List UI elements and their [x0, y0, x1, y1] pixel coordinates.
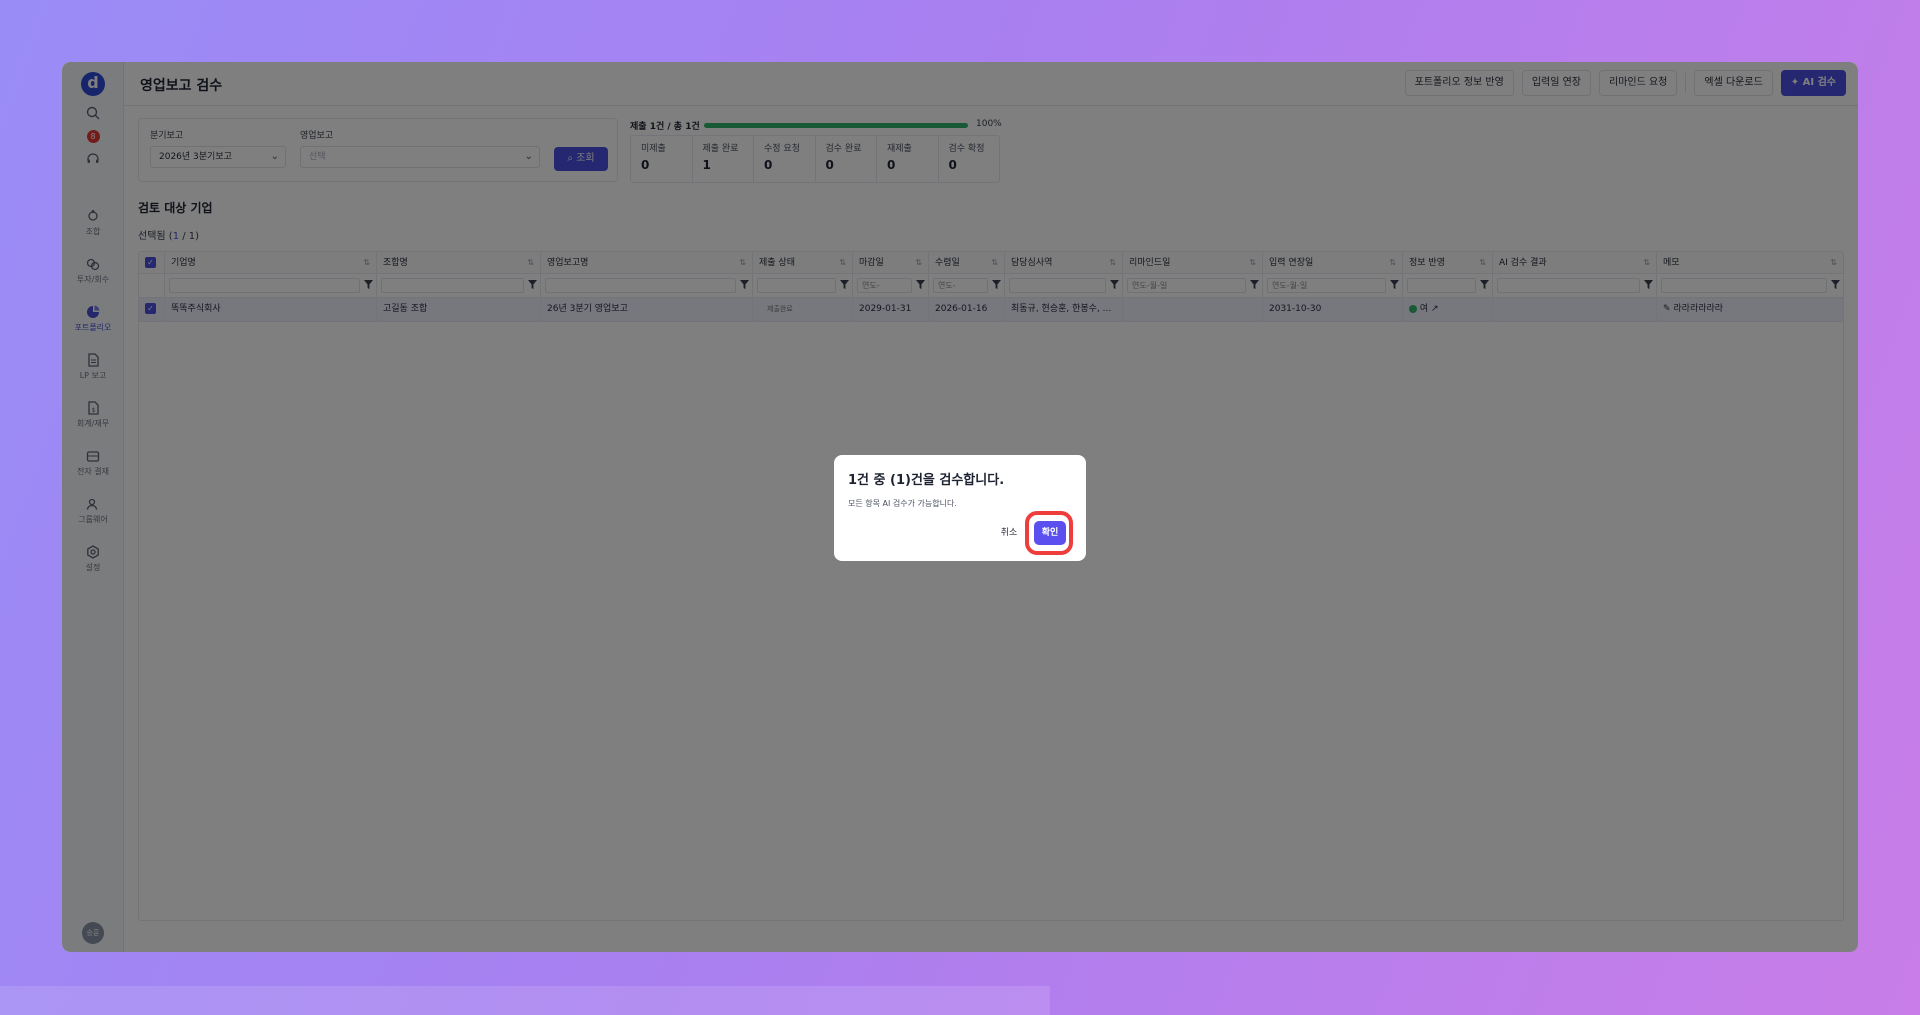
- cancel-button[interactable]: 취소: [994, 522, 1024, 544]
- confirm-dialog: 1건 중 (1)건을 검수합니다. 모든 항목 AI 검수가 가능합니다. 취소…: [834, 455, 1086, 561]
- dialog-message: 모든 항목 AI 검수가 가능합니다.: [848, 499, 957, 508]
- confirm-highlight: 확인: [1025, 511, 1073, 555]
- confirm-button[interactable]: 확인: [1034, 521, 1066, 545]
- background-strip: [0, 986, 1050, 1015]
- dialog-title: 1건 중 (1)건을 검수합니다.: [848, 473, 1005, 488]
